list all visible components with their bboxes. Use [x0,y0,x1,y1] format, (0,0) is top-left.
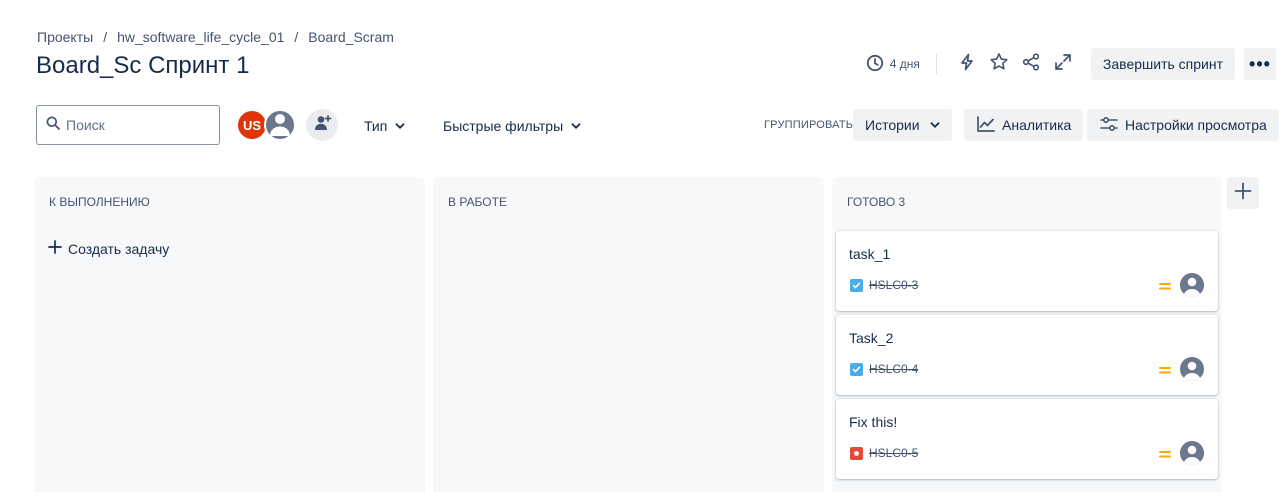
share-button[interactable] [1015,48,1047,80]
group-by-label: ГРУППИРОВАТЬ [764,119,854,131]
task-type-icon [850,363,863,376]
create-task-label: Создать задачу [68,240,170,257]
view-settings-button[interactable]: Настройки просмотра [1087,109,1279,141]
issue-card[interactable]: task_1 HSLC0-3 [836,231,1218,311]
assignee-avatar[interactable] [1180,357,1204,381]
more-actions-button[interactable]: ••• [1244,48,1276,80]
avatar-group: US [236,109,338,141]
days-left-text: 4 дня [889,57,920,71]
bug-type-icon [850,447,863,460]
avatar-default[interactable] [264,109,296,141]
search-icon [46,116,60,135]
priority-medium-icon [1159,279,1171,297]
header-actions: 4 дня Завершить спринт ••• [866,48,1276,80]
priority-medium-icon [1159,447,1171,465]
automation-button[interactable] [951,48,983,80]
issue-card[interactable]: Task_2 HSLC0-4 [836,315,1218,395]
issue-key[interactable]: HSLC0-3 [869,278,918,292]
column-in-progress: В РАБОТЕ [433,177,824,492]
share-icon [1021,52,1041,77]
analytics-icon [976,115,1002,136]
star-icon [989,52,1009,77]
search-input[interactable] [66,117,206,133]
type-filter-label: Тип [364,118,388,134]
add-column-button[interactable] [1227,177,1259,209]
priority-medium-icon [1159,363,1171,381]
breadcrumb: Проекты / hw_software_life_cycle_01 / Bo… [37,29,394,45]
column-title: ГОТОВО 3 [847,195,906,209]
group-by-value: Истории [865,117,920,133]
user-icon [266,111,294,139]
breadcrumb-separator: / [294,29,299,45]
fullscreen-button[interactable] [1047,48,1079,80]
chevron-down-icon [920,117,940,133]
task-type-icon [850,279,863,292]
quick-filters-dropdown[interactable]: Быстрые фильтры [443,112,581,140]
issue-title: Task_2 [849,330,894,346]
analytics-button[interactable]: Аналитика [964,109,1084,141]
assignee-avatar[interactable] [1180,441,1204,465]
issue-title: task_1 [849,246,891,262]
assignee-avatar[interactable] [1180,273,1204,297]
column-done: ГОТОВО 3 task_1 HSLC0-3 Task_2 HSLC0-4 F… [832,177,1222,492]
divider [935,54,937,74]
issue-card[interactable]: Fix this! HSLC0-5 [836,399,1218,479]
column-todo: К ВЫПОЛНЕНИЮ Создать задачу [34,177,425,492]
sprint-days-remaining[interactable]: 4 дня [866,54,920,75]
quick-filters-label: Быстрые фильтры [443,118,564,134]
view-settings-label: Настройки просмотра [1125,117,1267,133]
chevron-down-icon [395,118,405,134]
issue-key[interactable]: HSLC0-5 [869,446,918,460]
column-title: К ВЫПОЛНЕНИЮ [49,195,150,209]
breadcrumb-board[interactable]: Board_Scram [308,29,394,45]
clock-icon [866,54,884,75]
create-task-button[interactable]: Создать задачу [48,240,169,257]
plus-icon [1234,182,1252,205]
lightning-icon [958,53,976,76]
breadcrumb-project[interactable]: hw_software_life_cycle_01 [117,29,284,45]
add-people-icon [312,113,332,138]
add-people-button[interactable] [306,109,338,141]
complete-sprint-button[interactable]: Завершить спринт [1090,48,1235,80]
column-title: В РАБОТЕ [448,195,507,209]
plus-icon [48,240,62,257]
analytics-label: Аналитика [1002,117,1072,133]
breadcrumb-separator: / [103,29,108,45]
sliders-icon [1099,115,1125,136]
star-button[interactable] [983,48,1015,80]
page-title: Board_Sc Спринт 1 [36,52,250,79]
chevron-down-icon [571,118,581,134]
group-by-dropdown[interactable]: Истории [853,109,952,141]
search-box [36,105,220,145]
breadcrumb-projects[interactable]: Проекты [37,29,93,45]
issue-title: Fix this! [849,414,898,430]
type-filter-dropdown[interactable]: Тип [364,112,405,140]
issue-key[interactable]: HSLC0-4 [869,362,918,376]
expand-icon [1054,53,1072,76]
